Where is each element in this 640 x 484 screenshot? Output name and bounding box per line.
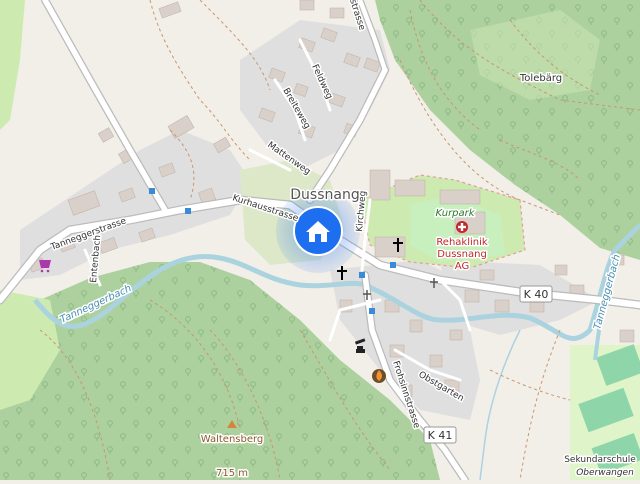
map-view[interactable]: K 40 K 41 Dussnang Tolebärg Waltensberg … (0, 0, 640, 484)
bus-stop-icon (359, 272, 365, 278)
bus-stop-icon (185, 208, 191, 214)
label-dussnang: Dussnang (290, 187, 359, 203)
road-ref-k40: K 40 (519, 285, 553, 303)
label-school-1: Sekundarschule (564, 455, 636, 465)
label-school-2: Oberwangen (576, 468, 634, 478)
label-kurpark: Kurpark (435, 208, 475, 219)
label-waltensberg-elevation: 715 m (216, 468, 248, 479)
label-rehaklinik-1: Rehaklinik (436, 237, 488, 248)
svg-text:K 40: K 40 (524, 288, 549, 301)
bus-stop-icon (149, 188, 155, 194)
fire-station-icon[interactable] (372, 369, 386, 383)
hospital-icon[interactable] (456, 221, 468, 233)
label-waltensberg: Waltensberg (201, 434, 264, 445)
svg-text:K 41: K 41 (428, 429, 453, 442)
label-tolebarg: Tolebärg (519, 73, 562, 84)
bus-stop-icon (369, 308, 375, 314)
road-ref-k41: K 41 (423, 426, 457, 444)
label-rehaklinik-2: Dussnang (437, 249, 487, 260)
bus-stop-icon (390, 262, 396, 268)
label-rehaklinik-3: AG (455, 261, 469, 272)
